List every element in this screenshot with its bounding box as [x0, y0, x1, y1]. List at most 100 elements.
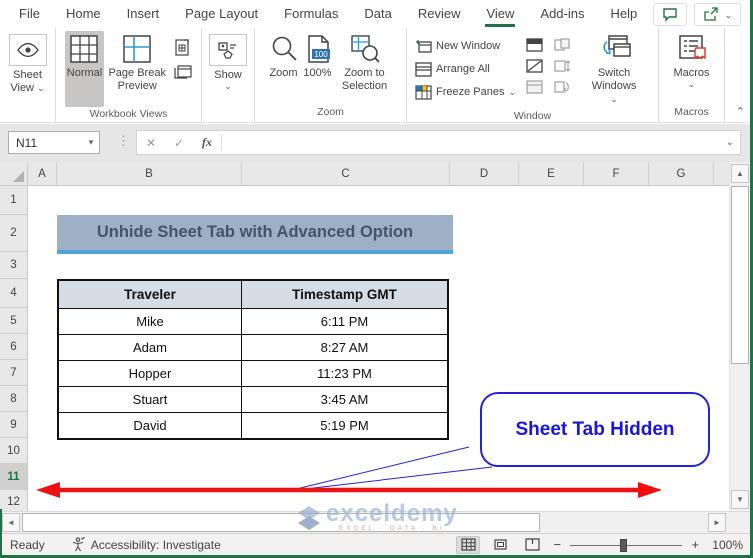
- cancel-icon[interactable]: ✕: [137, 136, 165, 150]
- row-header-6[interactable]: 6: [0, 334, 28, 360]
- tab-page-layout[interactable]: Page Layout: [172, 0, 271, 28]
- vertical-scrollbar-thumb[interactable]: [731, 186, 749, 364]
- column-header-a[interactable]: A: [28, 162, 57, 185]
- column-header-d[interactable]: D: [450, 162, 519, 185]
- horizontal-scrollbar-thumb[interactable]: [22, 513, 540, 532]
- formula-bar-drag-handle[interactable]: ⋮: [117, 133, 130, 149]
- accessibility-status[interactable]: Accessibility: Investigate: [71, 537, 221, 552]
- status-bar: Ready Accessibility: Investigate − + 100…: [0, 533, 753, 555]
- row-header-2[interactable]: 2: [0, 215, 28, 252]
- group-macros: Macros ⌄ Macros: [659, 28, 725, 122]
- scroll-left-icon[interactable]: ◄: [2, 513, 20, 532]
- row-header-8[interactable]: 8: [0, 386, 28, 412]
- zoom-slider-thumb[interactable]: [619, 538, 627, 552]
- formula-bar[interactable]: ✕ ✓ fx ⌄: [136, 130, 741, 155]
- row-header-11-active[interactable]: 11: [0, 464, 28, 490]
- group-sheet-view: Sheet View ⌄: [0, 28, 56, 122]
- column-header-c[interactable]: C: [242, 162, 450, 185]
- tab-review[interactable]: Review: [405, 0, 474, 28]
- chevron-down-icon: ⌄: [724, 9, 732, 20]
- column-header-g[interactable]: G: [649, 162, 714, 185]
- horizontal-scrollbar[interactable]: ◄ ►: [0, 511, 750, 533]
- page-break-preview-button[interactable]: Page Break Preview: [104, 31, 170, 107]
- freeze-panes-button[interactable]: Freeze Panes ⌄: [415, 83, 516, 101]
- new-window-icon: [415, 39, 432, 54]
- name-box-value: N11: [16, 135, 38, 150]
- group-label-zoom: Zoom: [317, 106, 344, 118]
- show-button[interactable]: Show ⌄: [207, 31, 249, 93]
- enter-icon[interactable]: ✓: [165, 136, 193, 150]
- tab-insert[interactable]: Insert: [114, 0, 173, 28]
- callout-text: Sheet Tab Hidden: [515, 418, 675, 440]
- accessibility-icon: [71, 537, 86, 552]
- zoom-100-button[interactable]: 100 100%: [301, 31, 335, 83]
- comments-button[interactable]: [653, 3, 688, 26]
- select-all-corner[interactable]: [0, 162, 28, 186]
- row-header-5[interactable]: 5: [0, 308, 28, 334]
- sheet-tab-hidden-callout: Sheet Tab Hidden: [480, 392, 710, 467]
- ribbon: Sheet View ⌄ Normal Page Break Preview W…: [0, 28, 753, 123]
- macros-button[interactable]: Macros ⌄: [671, 31, 711, 91]
- row-header-3[interactable]: 3: [0, 252, 28, 279]
- row-header-4[interactable]: 4: [0, 279, 28, 308]
- column-header-b[interactable]: B: [57, 162, 242, 185]
- status-mode: Ready: [10, 537, 45, 552]
- row-header-10[interactable]: 10: [0, 438, 28, 464]
- group-show: Show ⌄: [202, 28, 255, 122]
- chevron-down-icon: ⌄: [687, 79, 696, 89]
- name-box[interactable]: N11 ▾: [8, 131, 100, 154]
- sheet-grid[interactable]: Unhide Sheet Tab with Advanced Option Tr…: [28, 186, 729, 511]
- zoom-to-selection-button[interactable]: Zoom to Selection: [335, 31, 395, 96]
- chevron-down-icon: ⌄: [37, 83, 45, 93]
- view-side-by-side-icon[interactable]: [553, 38, 571, 52]
- collapse-ribbon-icon[interactable]: ⌃: [736, 105, 745, 118]
- hide-window-icon[interactable]: [526, 59, 543, 73]
- row-header-1[interactable]: 1: [0, 186, 28, 215]
- synchronous-scrolling-icon[interactable]: [553, 59, 571, 73]
- vertical-scrollbar[interactable]: ▲ ▼: [729, 162, 750, 511]
- row-header-9[interactable]: 9: [0, 412, 28, 438]
- name-box-dropdown-icon[interactable]: ▾: [83, 137, 99, 148]
- zoom-button[interactable]: Zoom: [267, 31, 301, 83]
- column-header-f[interactable]: F: [584, 162, 649, 185]
- insert-function-icon[interactable]: fx: [193, 135, 221, 150]
- unhide-window-icon[interactable]: [526, 80, 543, 94]
- tab-add-ins[interactable]: Add-ins: [527, 0, 597, 28]
- zoom-in-icon[interactable]: +: [690, 537, 700, 552]
- status-page-break-view-button[interactable]: [520, 536, 544, 554]
- switch-windows-button[interactable]: Switch Windows ⌄: [585, 31, 643, 109]
- tab-data[interactable]: Data: [351, 0, 404, 28]
- sheet-view-button[interactable]: Sheet View ⌄: [6, 31, 50, 98]
- row-header-12[interactable]: 12: [0, 490, 28, 511]
- status-zoom-level[interactable]: 100%: [712, 538, 743, 552]
- zoom-to-selection-icon: [350, 34, 380, 64]
- new-window-button[interactable]: New Window: [415, 37, 516, 55]
- row-headers: 1 2 3 4 5 6 7 8 9 10 11 12: [0, 186, 28, 511]
- status-page-layout-view-button[interactable]: [488, 536, 512, 554]
- row-header-7[interactable]: 7: [0, 360, 28, 386]
- excel-window: File Home Insert Page Layout Formulas Da…: [0, 0, 753, 558]
- scroll-up-icon[interactable]: ▲: [731, 164, 749, 183]
- group-label-window: Window: [513, 110, 552, 122]
- tab-file[interactable]: File: [6, 0, 53, 28]
- split-icon[interactable]: [526, 38, 543, 52]
- column-header-e[interactable]: E: [519, 162, 584, 185]
- tab-home[interactable]: Home: [53, 0, 114, 28]
- tab-view[interactable]: View: [473, 0, 527, 28]
- share-button[interactable]: ⌄: [694, 3, 741, 26]
- column-headers: A B C D E F G: [28, 162, 729, 186]
- tab-formulas[interactable]: Formulas: [271, 0, 351, 28]
- normal-view-button[interactable]: Normal: [64, 31, 105, 107]
- expand-formula-bar-icon[interactable]: ⌄: [726, 137, 734, 148]
- scroll-down-icon[interactable]: ▼: [731, 490, 749, 509]
- page-layout-view-icon[interactable]: [174, 39, 192, 56]
- zoom-out-icon[interactable]: −: [552, 537, 562, 552]
- arrange-all-button[interactable]: Arrange All: [415, 60, 516, 78]
- tab-help[interactable]: Help: [597, 0, 650, 28]
- status-normal-view-button[interactable]: [456, 535, 481, 554]
- custom-views-icon[interactable]: [174, 64, 192, 80]
- zoom-100-icon: 100: [303, 34, 333, 64]
- reset-window-position-icon[interactable]: [553, 80, 571, 94]
- zoom-slider[interactable]: [570, 538, 683, 552]
- scroll-right-icon[interactable]: ►: [708, 513, 726, 532]
